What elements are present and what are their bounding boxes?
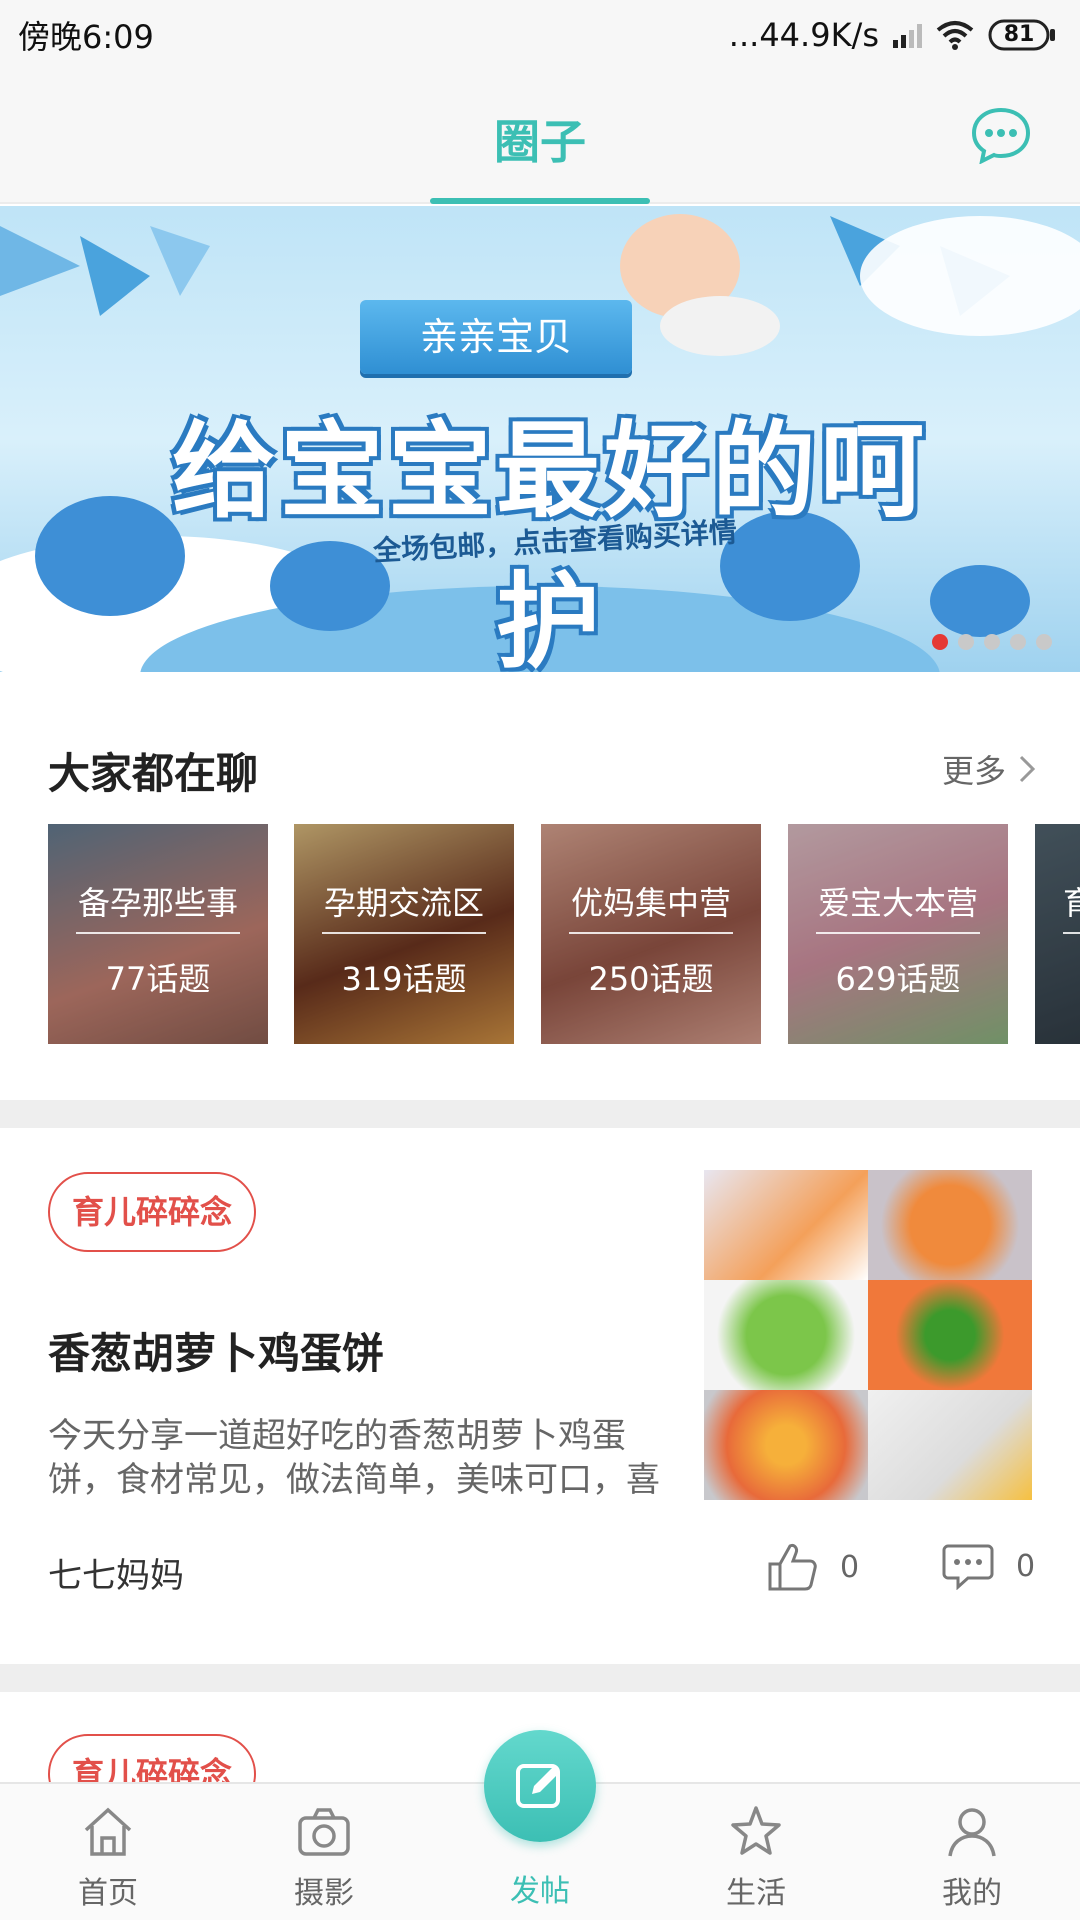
nav-label: 发帖 [510,1874,570,1909]
status-bar: 傍晚6:09 ...44.9K/s 81 [0,0,1080,70]
nav-profile[interactable]: 我的 [864,1784,1080,1920]
nav-label: 我的 [942,1876,1002,1911]
topic-count: 250话题 [588,960,714,998]
topic-cards: 备孕那些事 77话题 孕期交流区 319话题 优妈集中营 250话题 爱宝大本营… [0,824,1080,1044]
comment-icon [942,1544,994,1590]
user-icon [948,1808,996,1857]
status-time: 傍晚6:09 [18,18,154,56]
wifi-icon [936,20,974,50]
like-button[interactable]: 0 [766,1542,859,1592]
topic-card[interactable]: 备孕那些事 77话题 [48,824,268,1044]
carousel-dots[interactable] [932,634,1052,650]
topic-count: 629话题 [835,960,961,998]
carousel-dot[interactable] [984,634,1000,650]
comment-button[interactable]: 0 [942,1542,1035,1590]
signal-icon [893,22,922,48]
nav-camera[interactable]: 摄影 [216,1784,432,1920]
topic-card[interactable]: 孕期交流区 319话题 [294,824,514,1044]
app-header: 圈子 [0,70,1080,204]
section-divider [0,1100,1080,1128]
topic-name: 爱宝大本营 [817,884,978,922]
status-right: ...44.9K/s 81 [729,16,1058,54]
home-icon [84,1807,132,1856]
topic-name: 备孕那些事 [77,884,238,922]
topic-name: 优妈集中营 [570,884,731,922]
topic-count: 77话题 [105,960,211,998]
topic-card[interactable]: 优妈集中营 250话题 [541,824,761,1044]
post-button[interactable] [484,1730,596,1842]
promo-banner[interactable]: 亲亲宝贝 给宝宝最好的呵护 全场包邮，点击查看购买详情 [0,206,1080,672]
topic-name: 育 [1063,884,1080,922]
page-title[interactable]: 圈子 [0,106,1080,172]
app-screen: 傍晚6:09 ...44.9K/s 81 圈子 亲亲宝贝 给宝宝最好的呵护 全场… [0,0,1080,1920]
thumbs-up-icon [768,1544,817,1591]
edit-icon [516,1764,560,1808]
hot-section-header: 大家都在聊 更多 [0,672,1080,832]
post-author[interactable]: 七七妈妈 [48,1548,184,1597]
net-speed: ...44.9K/s [728,16,879,54]
post-tag[interactable]: 育儿碎碎念 [48,1172,257,1252]
nav-life[interactable]: 生活 [648,1784,864,1920]
like-count: 0 [840,1549,860,1585]
tab-indicator [430,198,650,204]
section-divider [0,1664,1080,1692]
topic-card[interactable]: 爱宝大本营 629话题 [788,824,1008,1044]
camera-icon [298,1808,350,1856]
topic-count: 319话题 [341,960,467,998]
post-card[interactable]: 育儿碎碎念 香葱胡萝卜鸡蛋饼 今天分享一道超好吃的香葱胡萝卜鸡蛋饼，食材常见，做… [0,1128,1080,1664]
section-title: 大家都在聊 [48,749,259,798]
carousel-dot[interactable] [1010,634,1026,650]
carousel-dot[interactable] [958,634,974,650]
nav-label: 首页 [78,1876,138,1911]
nav-label: 摄影 [294,1876,354,1911]
post-title[interactable]: 香葱胡萝卜鸡蛋饼 [48,1320,384,1381]
more-label: 更多 [941,752,1006,790]
carousel-dot[interactable] [1036,634,1052,650]
chevron-right-icon [1019,755,1036,783]
topic-name: 孕期交流区 [323,884,484,922]
banner-tag: 亲亲宝贝 [360,300,632,374]
post-thumbnail[interactable] [704,1170,1032,1500]
topic-card[interactable]: 育 [1035,824,1080,1044]
chat-bubble-icon[interactable] [970,106,1032,165]
battery-icon: 81 [988,18,1058,52]
battery-level: 81 [1003,22,1035,47]
comment-count: 0 [1016,1548,1036,1584]
more-link[interactable]: 更多 [942,746,1036,792]
post-description: 今天分享一道超好吃的香葱胡萝卜鸡蛋饼，食材常见，做法简单，美味可口，喜 [48,1416,660,1500]
nav-home[interactable]: 首页 [0,1784,216,1920]
star-icon [731,1806,781,1855]
carousel-dot-active[interactable] [932,634,948,650]
nav-label: 生活 [726,1876,786,1911]
